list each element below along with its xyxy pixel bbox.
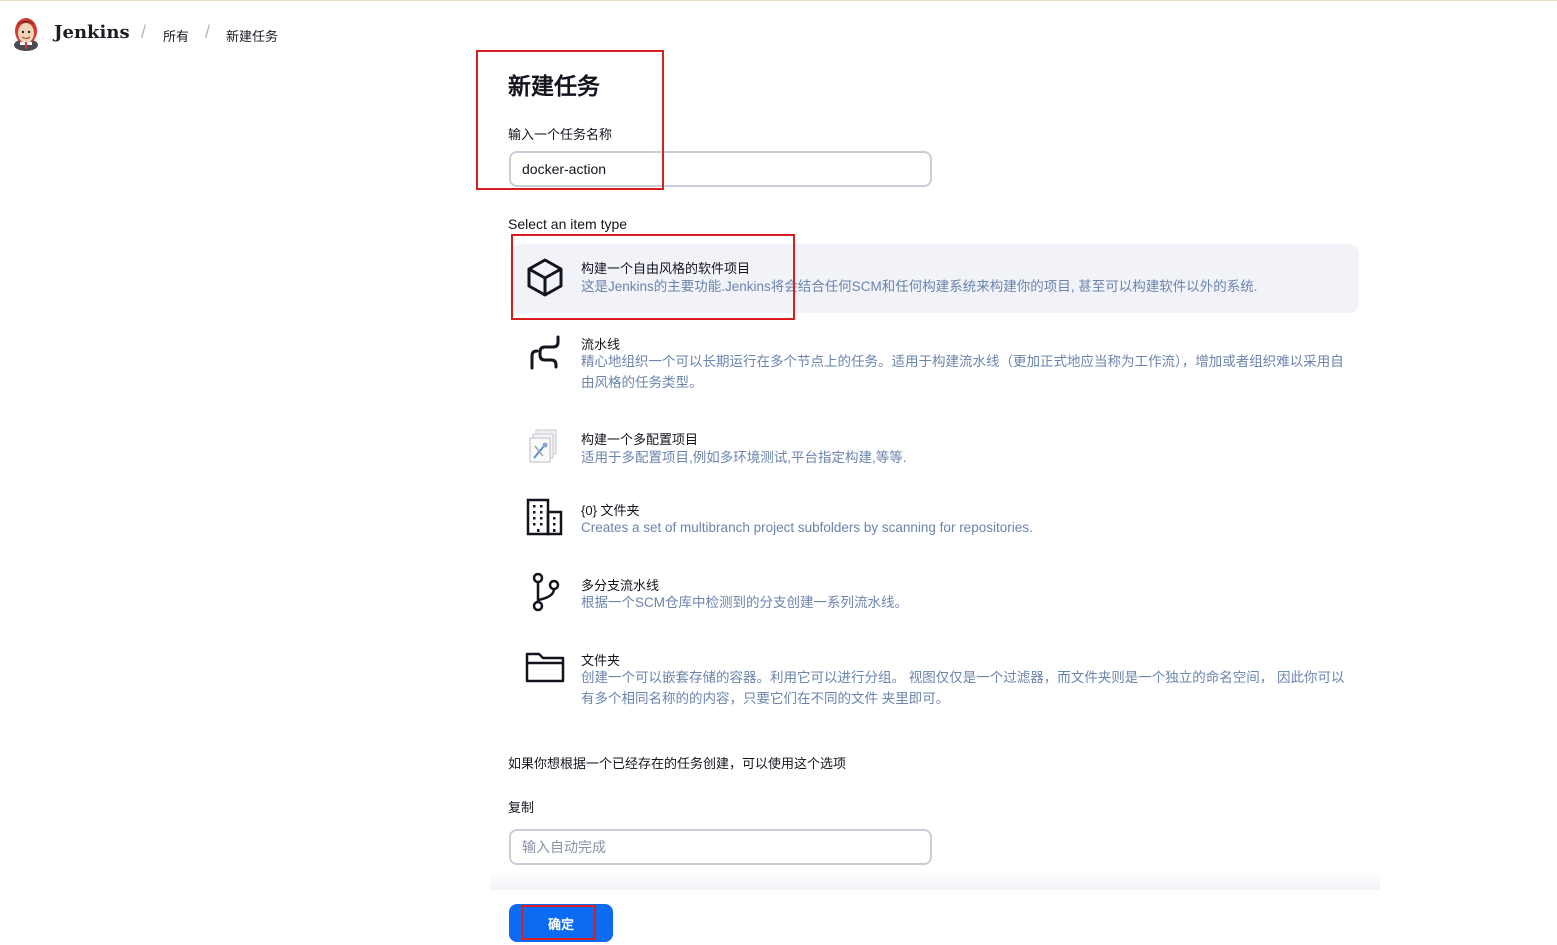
folder-icon [525, 652, 565, 683]
item-type-freestyle[interactable]: 构建一个自由风格的软件项目 这是Jenkins的主要功能.Jenkins将会结合… [510, 244, 1359, 313]
item-type-multibranch-pipeline[interactable]: 多分支流水线 根据一个SCM仓库中检测到的分支创建一系列流水线。 [510, 562, 1359, 622]
item-description: Creates a set of multibranch project sub… [581, 520, 1033, 535]
item-description: 适用于多配置项目,例如多环境测试,平台指定构建,等等. [581, 450, 907, 465]
item-type-label: Select an item type [508, 216, 628, 232]
page-title: 新建任务 [508, 73, 600, 99]
branch-icon [532, 572, 560, 612]
ok-button[interactable]: 确定 [509, 904, 613, 942]
main-content: 新建任务 输入一个任务名称 Select an item type 构建一个自由… [0, 0, 1557, 945]
multi-config-icon [529, 429, 557, 463]
item-description: 根据一个SCM仓库中检测到的分支创建一系列流水线。 [581, 595, 908, 610]
copy-from-hint: 如果你想根据一个已经存在的任务创建，可以使用这个选项 [508, 756, 847, 771]
item-description: 这是Jenkins的主要功能.Jenkins将会结合任何SCM和任何构建系统来构… [581, 279, 1258, 294]
item-type-folder[interactable]: 文件夹 创建一个可以嵌套存储的容器。利用它可以进行分组。 视图仅仅是一个过滤器，… [510, 637, 1359, 717]
copy-from-label: 复制 [508, 800, 535, 815]
item-type-pipeline[interactable]: 流水线 精心地组织一个可以长期运行在多个节点上的任务。适用于构建流水线（更加正式… [510, 320, 1359, 400]
item-description: 创建一个可以嵌套存储的容器。利用它可以进行分组。 视图仅仅是一个过滤器，而文件夹… [581, 670, 1345, 706]
item-type-multi-config[interactable]: 构建一个多配置项目 适用于多配置项目,例如多环境测试,平台指定构建,等等. [510, 416, 1359, 476]
footer-bar [490, 872, 1380, 890]
pipeline-icon [530, 335, 560, 370]
copy-from-input[interactable] [509, 829, 932, 865]
item-title: 构建一个自由风格的软件项目 [581, 261, 751, 276]
item-name-input[interactable] [509, 151, 932, 187]
item-description: 精心地组织一个可以长期运行在多个节点上的任务。适用于构建流水线（更加正式地应当称… [581, 354, 1344, 390]
item-type-organization-folder[interactable]: {0} 文件夹 Creates a set of multibranch pro… [510, 487, 1359, 547]
item-title: 构建一个多配置项目 [581, 432, 699, 447]
building-icon [526, 498, 563, 536]
item-name-label: 输入一个任务名称 [508, 127, 613, 142]
cube-icon [527, 258, 563, 297]
